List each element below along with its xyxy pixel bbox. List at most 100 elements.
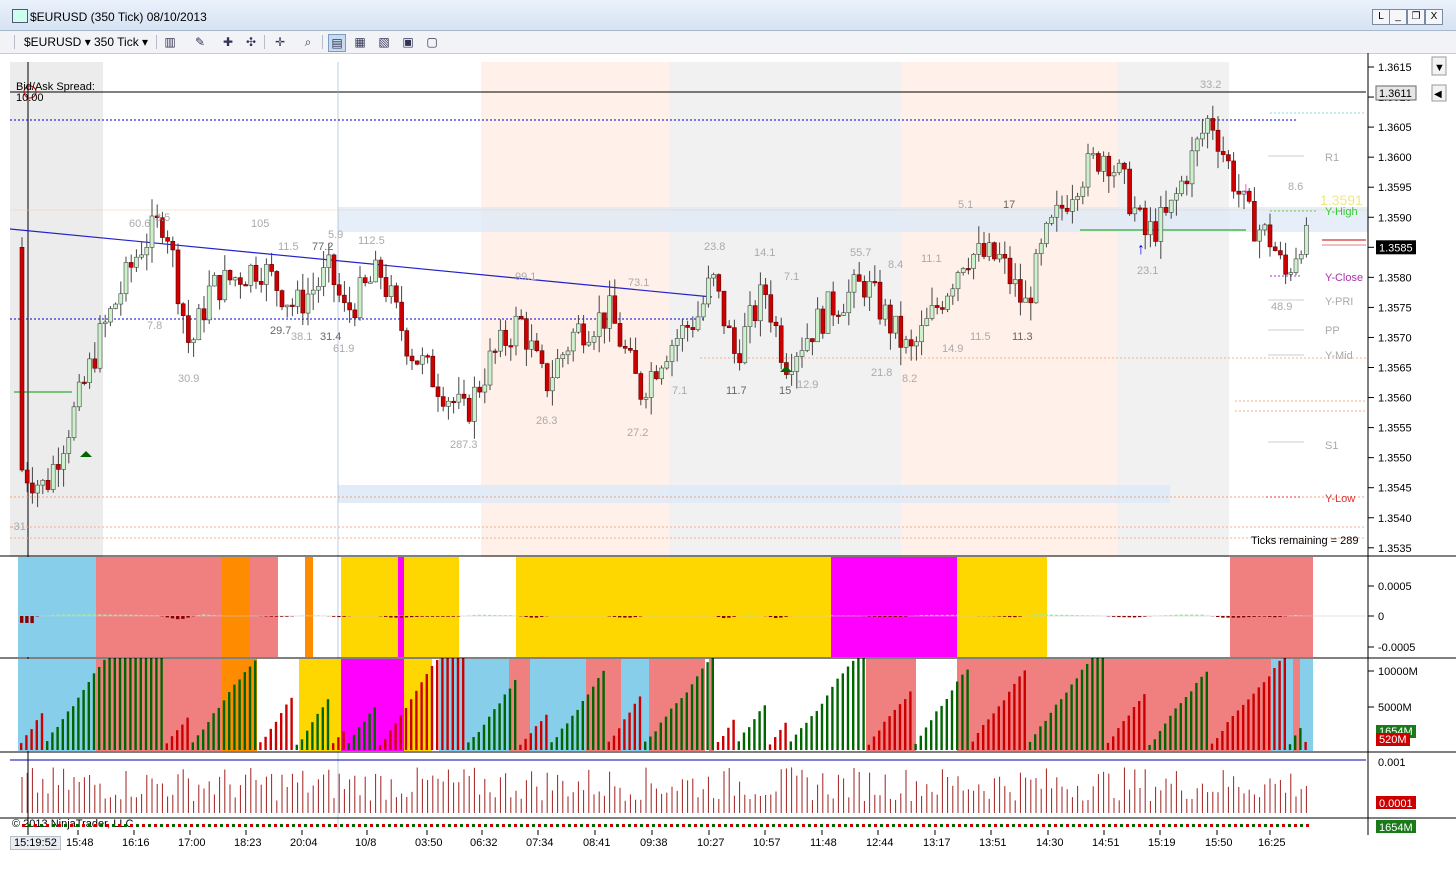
volume-bar: [1200, 676, 1203, 750]
bottom-marker: [1270, 824, 1273, 827]
candle: [1054, 204, 1060, 218]
candle: [342, 294, 347, 303]
candle: [321, 267, 326, 287]
price-tick-label: 1.3570: [1378, 332, 1412, 344]
oscillator-bar: [779, 616, 783, 618]
bottom-marker: [400, 824, 403, 827]
strategy-icon[interactable]: ✣: [243, 34, 259, 50]
oscillator-bar: [774, 616, 778, 618]
candle: [352, 309, 358, 319]
volume-bar: [170, 736, 174, 750]
volume-bar: [1288, 744, 1292, 750]
bottom-marker: [1264, 824, 1267, 827]
bottom-marker: [952, 824, 955, 827]
oscillator-bar: [1179, 614, 1183, 616]
bottom-marker: [946, 824, 949, 827]
oscillator-bar: [1262, 616, 1267, 617]
oscillator-bar: [800, 615, 804, 616]
oscillator-bar: [1028, 614, 1033, 616]
candle: [446, 400, 451, 407]
volume-bar: [607, 741, 610, 750]
price-chart[interactable]: ↑↓ Bid/Ask Spread:10.00Ticks remaining =…: [0, 53, 1456, 888]
bottom-marker: [106, 824, 109, 827]
bottom-marker: [1234, 824, 1237, 827]
candle: [773, 321, 779, 327]
volume-bar: [191, 742, 194, 750]
swing-label: 7.8: [147, 320, 162, 332]
bottom-marker: [874, 824, 877, 827]
volume-bar: [841, 673, 844, 750]
instrument-selector[interactable]: $EURUSD ▾: [24, 34, 91, 50]
crosshair-icon[interactable]: ✛: [272, 34, 288, 50]
interval-selector[interactable]: 350 Tick ▾: [94, 34, 148, 50]
bottom-marker: [1072, 824, 1075, 827]
volume-bar: [482, 724, 486, 750]
chart-style-icon[interactable]: ▤: [328, 34, 346, 52]
oscillator-bar: [919, 614, 923, 616]
time-tick-label: 14:30: [1036, 837, 1064, 849]
oscillator-bar: [1278, 616, 1282, 617]
oscillator-bar: [1013, 616, 1017, 618]
bottom-marker: [1048, 824, 1051, 827]
volume-bar: [430, 665, 434, 750]
candle: [903, 339, 909, 348]
volume-bar: [919, 735, 922, 750]
bottom-marker: [1210, 824, 1213, 827]
drawing-pencil-icon[interactable]: ✎: [192, 34, 208, 50]
close-button[interactable]: X: [1425, 9, 1443, 25]
candle: [914, 341, 919, 347]
maximize-button[interactable]: ❐: [1407, 9, 1425, 25]
swing-label: 55.7: [850, 247, 871, 259]
oscillator-bar: [883, 616, 887, 617]
candle: [76, 381, 82, 408]
add-indicator-icon[interactable]: ✚: [220, 34, 236, 50]
candle: [316, 286, 321, 291]
minimize-button[interactable]: _: [1389, 9, 1407, 25]
volume-bar: [98, 666, 101, 750]
candle: [1293, 258, 1299, 273]
oscillator-bar: [633, 616, 637, 618]
bottom-marker: [1156, 824, 1159, 827]
data-box-icon[interactable]: ▦: [352, 34, 368, 50]
bottom-marker: [166, 824, 169, 827]
volume-bar: [254, 660, 257, 750]
bottom-marker: [82, 824, 85, 827]
oscillator-bar: [1257, 616, 1261, 617]
volume-bar: [1070, 684, 1073, 750]
candle: [518, 315, 524, 319]
lock-button[interactable]: L: [1372, 9, 1390, 25]
oscillator-band: [516, 557, 831, 657]
oscillator-bar: [72, 614, 76, 616]
bottom-marker: [142, 824, 145, 827]
oscillator-bar: [212, 615, 216, 616]
candle: [778, 325, 784, 363]
volume-bar: [503, 694, 506, 750]
volume-bar: [618, 728, 621, 750]
candle: [799, 350, 805, 357]
volume-bar: [758, 711, 761, 750]
bottom-marker: [556, 824, 559, 827]
template-icon[interactable]: ▢: [424, 34, 440, 50]
chart-properties-icon[interactable]: ▧: [376, 34, 392, 50]
volume-bar: [311, 722, 314, 750]
bottom-marker: [364, 824, 367, 827]
candle: [1002, 254, 1008, 259]
candle: [716, 274, 722, 292]
price-tick-label: 1.3550: [1378, 453, 1412, 465]
snapshot-icon[interactable]: ▣: [400, 34, 416, 50]
bar-type-icon[interactable]: ▥: [162, 34, 178, 50]
volume-bar: [1018, 676, 1021, 750]
volume-bar: [1039, 726, 1042, 750]
zoom-icon[interactable]: ⌕: [300, 34, 316, 50]
bottom-marker: [124, 824, 127, 827]
bottom-marker: [304, 824, 307, 827]
price-tick-label: 1.3605: [1378, 122, 1412, 134]
oscillator-bar: [831, 615, 835, 616]
volume-bar: [363, 721, 366, 750]
oscillator-bar: [1127, 616, 1131, 618]
volume-bar: [456, 658, 460, 750]
volume-bar: [202, 729, 205, 750]
candle: [269, 264, 274, 272]
candle: [1153, 221, 1158, 242]
oscillator-bar: [124, 614, 128, 616]
